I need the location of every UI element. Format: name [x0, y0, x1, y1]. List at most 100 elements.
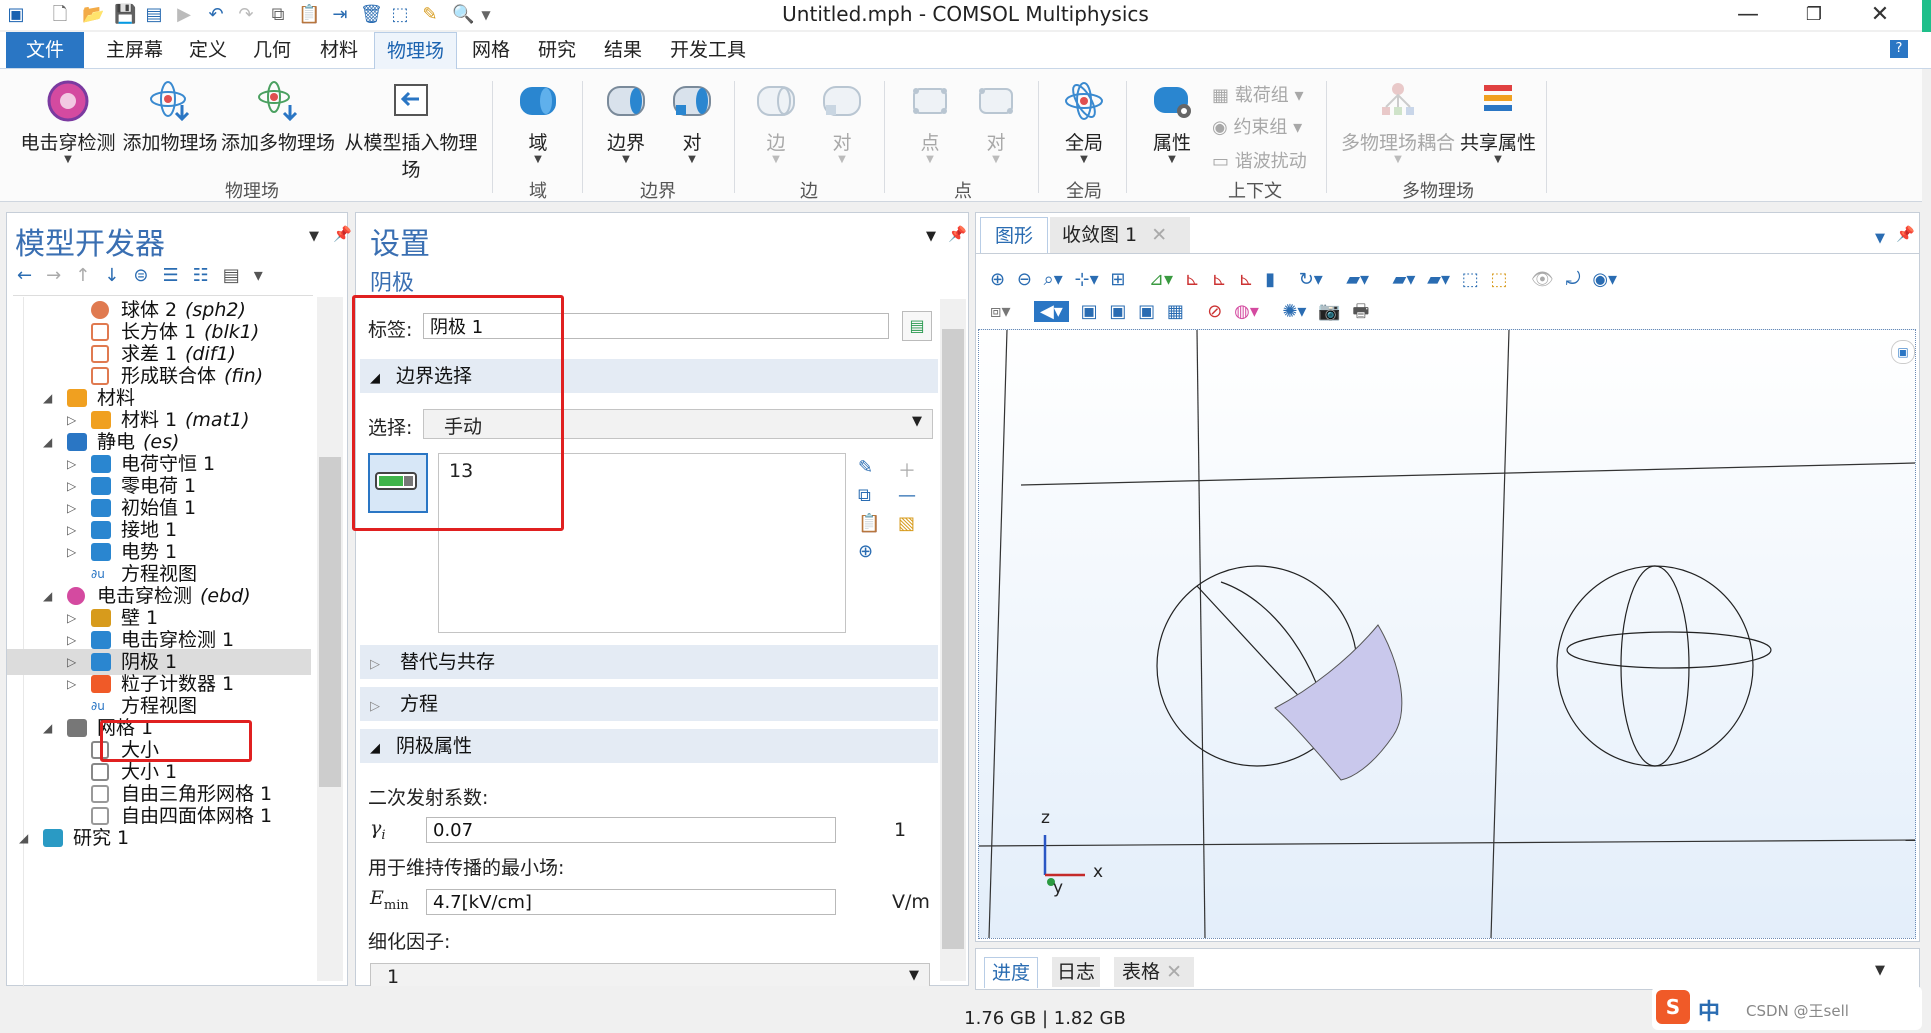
new-file-icon[interactable]: 🗋 — [50, 5, 70, 25]
minimize-button[interactable]: — — [1720, 0, 1776, 30]
tab-physics[interactable]: 物理场 — [374, 32, 458, 69]
label-edit-icon[interactable]: ▤ — [902, 311, 932, 341]
selection-filter-icon[interactable]: ▧ — [898, 513, 915, 534]
camera-view-icon[interactable]: ▮ — [1265, 269, 1275, 290]
tab-results[interactable]: 结果 — [592, 32, 654, 68]
harmonic-perturbation-button[interactable]: ▭ 谐波扰动 — [1212, 147, 1307, 173]
down-arrow-icon[interactable]: ↓ — [104, 265, 133, 286]
settings-scrollbar[interactable] — [940, 299, 966, 981]
zoom-in-icon[interactable]: ⊕ — [990, 269, 1005, 290]
forward-arrow-icon[interactable]: → — [46, 265, 75, 286]
remove-icon[interactable]: — — [898, 485, 916, 506]
tab-mesh[interactable]: 网格 — [460, 32, 522, 68]
point-button[interactable]: 点 ▼ — [902, 79, 958, 165]
domain-button[interactable]: 域 ▼ — [508, 79, 568, 165]
tab-progress[interactable]: 进度 — [984, 957, 1038, 988]
tab-log[interactable]: 日志 — [1052, 957, 1100, 987]
tab-developer[interactable]: 开发工具 — [658, 32, 758, 68]
boundary-button[interactable]: 边界 ▼ — [596, 79, 656, 165]
tab-materials[interactable]: 材料 — [308, 32, 370, 68]
xy-view-icon[interactable]: ⊾ — [1185, 269, 1200, 290]
scene-light-icon[interactable]: ◀▾ — [1033, 301, 1069, 322]
redo-icon[interactable]: ↷ — [236, 5, 256, 25]
back-arrow-icon[interactable]: ← — [17, 265, 46, 286]
select-boundaries-icon[interactable]: ▰▾ — [1393, 269, 1416, 290]
tab-graphics[interactable]: 图形 — [980, 217, 1048, 254]
yz-view-icon[interactable]: ⊾ — [1212, 269, 1227, 290]
constraint-group-button[interactable]: ◉ 约束组 ▾ — [1212, 113, 1302, 139]
deselect-icon[interactable]: ⬚ — [1491, 269, 1508, 290]
electric-breakdown-button[interactable]: 电击穿检测 ▼ — [18, 79, 118, 165]
pin-icon[interactable]: 📌 — [333, 225, 352, 243]
sphere-right[interactable] — [1556, 565, 1772, 767]
clear-plot-icon[interactable]: ⊘ — [1207, 301, 1222, 322]
zx-view-icon[interactable]: ⊾ — [1238, 269, 1253, 290]
refinement-dropdown[interactable]: 1 ▼ — [370, 963, 930, 986]
load-group-button[interactable]: ▦ 载荷组 ▾ — [1212, 81, 1304, 107]
panel-menu-icon[interactable]: ▼ — [1875, 963, 1885, 978]
cathode-boundary-highlight[interactable] — [1274, 624, 1403, 781]
image-snapshot-icon[interactable]: 📷 — [1318, 301, 1340, 322]
zoom-selected-icon[interactable]: ⊹▾ — [1075, 269, 1099, 290]
tab-table[interactable]: 表格 ✕ — [1114, 957, 1194, 987]
multiphysics-coupling-button[interactable]: 多物理场耦合 ▼ — [1340, 79, 1456, 165]
save-as-icon[interactable]: ▤ — [144, 5, 164, 25]
override-section-header[interactable]: ▷ 替代与共存 — [360, 645, 938, 679]
copy-icon[interactable]: ⧉ — [268, 5, 288, 25]
graphics-canvas[interactable]: z y x ▣ — [978, 329, 1916, 939]
zoom-box-icon[interactable]: ⌕▾ — [1044, 269, 1063, 290]
shared-properties-button[interactable]: 共享属性 ▼ — [1460, 79, 1536, 165]
panel-menu-icon[interactable]: ▼ — [309, 229, 319, 244]
tab-home[interactable]: 主屏幕 — [94, 32, 175, 68]
global-button[interactable]: 全局 ▼ — [1052, 79, 1116, 165]
close-button[interactable]: ✕ — [1852, 0, 1908, 30]
color-table-icon[interactable]: ◍▾ — [1234, 301, 1259, 322]
reset-hiding-icon[interactable]: ⤾ — [1566, 269, 1581, 290]
pin-icon[interactable]: 📌 — [948, 225, 967, 243]
clear-selection-icon[interactable]: 📋 — [858, 513, 880, 534]
scene-preview-icon[interactable]: ▣ — [1891, 340, 1915, 364]
expand-icon[interactable]: ☷ — [193, 265, 223, 286]
view-3d-icon[interactable]: ⧈▾ — [990, 301, 1010, 322]
copy-selection-icon[interactable]: ⧉ — [858, 485, 871, 506]
close-tab-icon[interactable]: ✕ — [1143, 224, 1167, 246]
point-pair-button[interactable]: 对 ▼ — [968, 79, 1024, 165]
grid-icon[interactable]: ▣ — [1138, 301, 1155, 322]
list-menu-icon[interactable]: ▤▾ — [223, 265, 277, 286]
up-arrow-icon[interactable]: ↑ — [75, 265, 104, 286]
tab-study[interactable]: 研究 — [526, 32, 588, 68]
render-icon[interactable]: ▦ — [1167, 301, 1184, 322]
view-options-icon[interactable]: ◉▾ — [1592, 269, 1617, 290]
add-physics-button[interactable]: 添加物理场 — [120, 79, 220, 155]
add-icon[interactable]: ＋ — [898, 457, 916, 483]
emin-input[interactable] — [426, 889, 836, 915]
hide-icon[interactable]: 👁 — [1531, 269, 1554, 290]
ime-mode-label[interactable]: 中 — [1698, 994, 1720, 1026]
collapse-icon[interactable]: ☰ — [162, 265, 192, 286]
run-icon[interactable]: ▶ — [174, 5, 194, 25]
panel-menu-icon[interactable]: ▼ — [1875, 231, 1885, 246]
edge-pair-button[interactable]: 对 ▼ — [814, 79, 870, 165]
gamma-input[interactable] — [426, 817, 836, 843]
open-folder-icon[interactable]: 📂 — [82, 5, 104, 25]
paste-icon[interactable]: 📋 — [298, 5, 320, 25]
panel-menu-icon[interactable]: ▼ — [926, 229, 936, 244]
select-domains-icon[interactable]: ▰▾ — [1346, 269, 1369, 290]
zoom-selection-icon[interactable]: ⊕ — [858, 541, 873, 562]
chevron-down-icon[interactable]: ▼ — [476, 5, 496, 25]
paste-selection-icon[interactable]: ✎ — [858, 457, 873, 478]
expanded-triangle-icon[interactable]: ◢ — [19, 825, 31, 851]
tab-convergence[interactable]: 收敛图 1 ✕ — [1050, 217, 1190, 253]
transparency-icon[interactable]: ▣ — [1081, 301, 1098, 322]
wireframe-icon[interactable]: ▣ — [1109, 301, 1126, 322]
save-icon[interactable]: 💾 — [114, 5, 136, 25]
help-icon[interactable]: ? — [1890, 40, 1908, 58]
properties-button[interactable]: 属性 ▼ — [1140, 79, 1204, 165]
select-box-icon[interactable]: ⬚ — [1462, 269, 1479, 290]
insert-physics-from-model-button[interactable]: 从模型插入物理场 — [336, 79, 486, 182]
show-icon[interactable]: ⊜ — [133, 265, 162, 286]
cathode-properties-header[interactable]: ◢ 阴极属性 — [360, 729, 938, 763]
undo-icon[interactable]: ↶ — [206, 5, 226, 25]
equation-section-header[interactable]: ▷ 方程 — [360, 687, 938, 721]
tab-geometry[interactable]: 几何 — [241, 32, 303, 68]
